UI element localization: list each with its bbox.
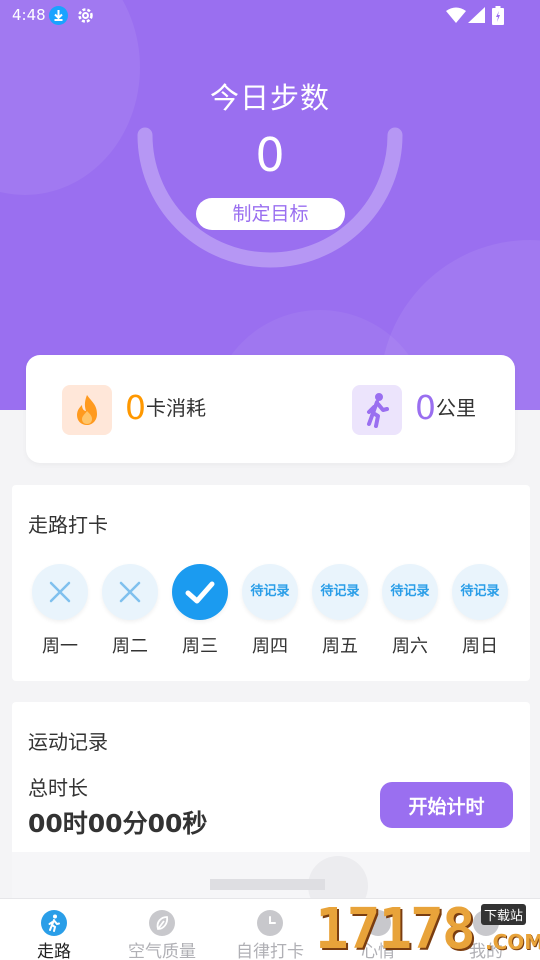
day-label: 周一 <box>42 636 78 657</box>
day-wednesday[interactable] <box>172 564 228 620</box>
clock-icon <box>257 910 283 936</box>
tab-walking[interactable]: 走路 <box>0 899 108 960</box>
total-duration-value: 00时00分00秒 <box>28 809 208 838</box>
status-time: 4:48 <box>12 6 46 24</box>
start-timer-button[interactable]: 开始计时 <box>380 782 513 828</box>
day-label: 周五 <box>322 636 358 657</box>
leaf-icon <box>149 910 175 936</box>
tab-air-quality[interactable]: 空气质量 <box>108 899 216 960</box>
total-duration-label: 总时长 <box>28 776 88 800</box>
check-icon <box>185 581 215 604</box>
wifi-icon <box>446 7 466 23</box>
walking-checkin-card: 走路打卡 待记录 待记录 待记录 待记录 周一 周二 周三 周四 周五 周六 周… <box>12 485 530 681</box>
day-label: 周二 <box>112 636 148 657</box>
gear-icon <box>76 6 95 25</box>
calories-value: 0 <box>125 388 146 427</box>
exercise-record-card: 运动记录 总时长 00时00分00秒 开始计时 <box>12 702 530 916</box>
tab-label: 自律打卡 <box>236 942 304 960</box>
pending-label: 待记录 <box>320 584 360 599</box>
day-thursday[interactable]: 待记录 <box>242 564 298 620</box>
day-monday[interactable] <box>32 564 88 620</box>
watermark-logo: 17178 下载站 .COM <box>315 900 540 960</box>
walking-person-icon <box>352 385 402 435</box>
distance-unit: 公里 <box>436 396 476 420</box>
checkin-title: 走路打卡 <box>28 513 108 537</box>
day-label: 周六 <box>392 636 428 657</box>
pending-label: 待记录 <box>250 584 290 599</box>
day-sunday[interactable]: 待记录 <box>452 564 508 620</box>
download-icon <box>49 6 68 25</box>
steps-title: 今日步数 <box>209 81 330 115</box>
fire-icon <box>62 385 112 435</box>
calories-unit: 卡消耗 <box>146 396 206 420</box>
day-tuesday[interactable] <box>102 564 158 620</box>
header-banner: 4:48 今日步数 0 制定目标 <box>0 0 540 410</box>
distance-value: 0 <box>415 388 436 427</box>
watermark-domain: .COM <box>485 930 540 954</box>
tab-label: 走路 <box>37 942 71 960</box>
pending-label: 待记录 <box>460 584 500 599</box>
day-label: 周日 <box>462 636 498 657</box>
day-label: 周三 <box>182 636 218 657</box>
day-friday[interactable]: 待记录 <box>312 564 368 620</box>
day-saturday[interactable]: 待记录 <box>382 564 438 620</box>
set-goal-button[interactable]: 制定目标 <box>196 198 345 230</box>
steps-count: 0 <box>255 128 285 182</box>
tab-self-discipline[interactable]: 自律打卡 <box>216 899 324 960</box>
record-title: 运动记录 <box>28 730 108 754</box>
day-label: 周四 <box>252 636 288 657</box>
watermark-number: 17178 <box>315 897 476 960</box>
x-mark-icon <box>119 581 141 603</box>
watermark-site: 下载站 <box>481 904 527 925</box>
walking-icon <box>41 910 67 936</box>
signal-icon <box>468 7 485 23</box>
battery-icon <box>492 6 504 25</box>
stats-card: 0 卡消耗 0 公里 <box>26 355 515 463</box>
tab-label: 空气质量 <box>128 942 196 960</box>
status-bar: 4:48 <box>0 0 540 32</box>
x-mark-icon <box>49 581 71 603</box>
pending-label: 待记录 <box>390 584 430 599</box>
